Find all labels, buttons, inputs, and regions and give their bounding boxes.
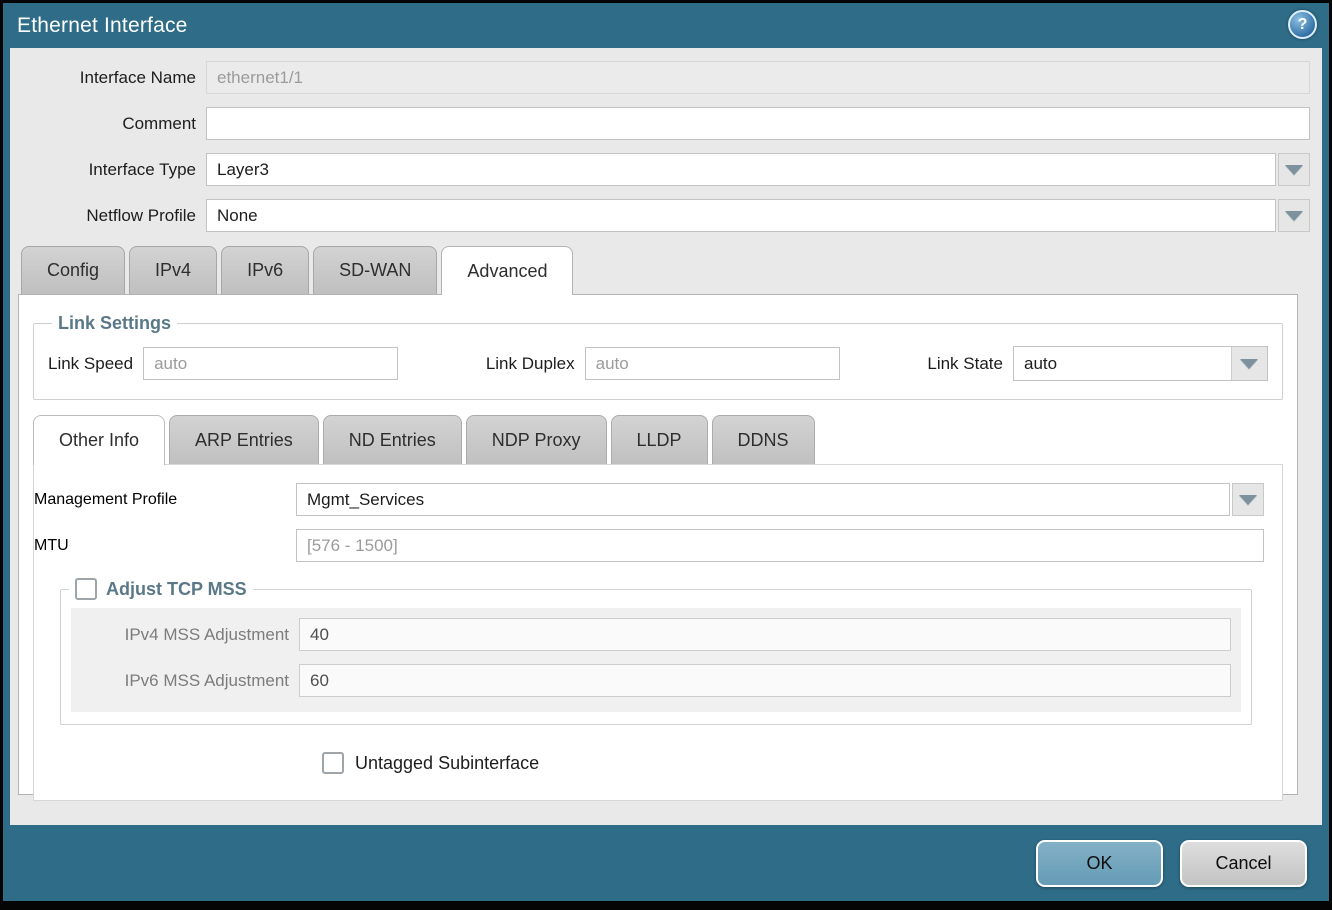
- link-state-dropdown[interactable]: auto: [1013, 346, 1268, 381]
- comment-row: Comment: [10, 107, 1310, 140]
- untagged-subinterface-label: Untagged Subinterface: [355, 753, 539, 774]
- sub-tabbar: Other Info ARP Entries ND Entries NDP Pr…: [33, 414, 1283, 464]
- interface-type-dropdown-button[interactable]: [1278, 153, 1310, 186]
- other-info-panel: Management Profile Mgmt_Services MTU: [33, 464, 1283, 801]
- link-state-group: Link State auto: [927, 346, 1268, 381]
- link-duplex-group: Link Duplex: [486, 347, 840, 380]
- ipv4-mss-field: [299, 618, 1231, 651]
- link-speed-label: Link Speed: [48, 354, 143, 374]
- link-duplex-label: Link Duplex: [486, 354, 585, 374]
- mtu-label: MTU: [34, 537, 296, 555]
- untagged-subinterface-checkbox[interactable]: [322, 752, 344, 774]
- interface-type-value[interactable]: Layer3: [206, 153, 1276, 186]
- chevron-down-icon: [1285, 211, 1303, 221]
- netflow-profile-value[interactable]: None: [206, 199, 1276, 232]
- subtab-ddns[interactable]: DDNS: [712, 415, 815, 464]
- ipv4-mss-row: IPv4 MSS Adjustment: [71, 618, 1241, 651]
- chevron-down-icon: [1240, 359, 1258, 369]
- dialog-footer: OK Cancel: [3, 825, 1329, 901]
- management-profile-dropdown-button[interactable]: [1232, 483, 1264, 516]
- ipv6-mss-field: [299, 664, 1231, 697]
- management-profile-label: Management Profile: [34, 491, 296, 509]
- netflow-profile-dropdown-button[interactable]: [1278, 199, 1310, 232]
- dialog-body: Interface Name Comment Interface Type La…: [10, 48, 1322, 825]
- link-state-label: Link State: [927, 354, 1013, 374]
- interface-type-row: Interface Type Layer3: [10, 153, 1310, 186]
- advanced-tab-panel: Link Settings Link Speed Link Duplex Lin…: [18, 294, 1298, 795]
- adjust-tcp-mss-checkbox[interactable]: [75, 578, 97, 600]
- ipv6-mss-row: IPv6 MSS Adjustment: [71, 664, 1241, 697]
- interface-type-dropdown[interactable]: Layer3: [206, 153, 1310, 186]
- link-state-dropdown-button[interactable]: [1231, 347, 1267, 380]
- cancel-button[interactable]: Cancel: [1180, 840, 1307, 887]
- adjust-tcp-mss-label: Adjust TCP MSS: [106, 579, 247, 600]
- comment-field[interactable]: [206, 107, 1310, 140]
- adjust-tcp-mss-legend: Adjust TCP MSS: [69, 578, 253, 600]
- adjust-tcp-mss-fieldset: Adjust TCP MSS IPv4 MSS Adjustment IPv6 …: [60, 578, 1252, 725]
- subtab-lldp[interactable]: LLDP: [611, 415, 708, 464]
- link-settings-legend: Link Settings: [52, 313, 177, 334]
- mss-fields-container: IPv4 MSS Adjustment IPv6 MSS Adjustment: [71, 608, 1241, 712]
- ok-button[interactable]: OK: [1036, 840, 1163, 887]
- netflow-profile-label: Netflow Profile: [10, 206, 206, 226]
- help-icon-glyph: ?: [1298, 16, 1308, 34]
- tab-ipv6[interactable]: IPv6: [221, 246, 309, 294]
- netflow-profile-row: Netflow Profile None: [10, 199, 1310, 232]
- subtab-other-info[interactable]: Other Info: [33, 415, 165, 465]
- netflow-profile-dropdown[interactable]: None: [206, 199, 1310, 232]
- management-profile-dropdown[interactable]: Mgmt_Services: [296, 483, 1264, 516]
- dialog-title: Ethernet Interface: [17, 14, 188, 38]
- tab-sd-wan[interactable]: SD-WAN: [313, 246, 437, 294]
- link-state-value[interactable]: auto: [1014, 347, 1231, 380]
- chevron-down-icon: [1285, 165, 1303, 175]
- interface-name-label: Interface Name: [10, 68, 206, 88]
- mtu-row: MTU: [34, 529, 1264, 562]
- link-speed-field[interactable]: [143, 347, 398, 380]
- comment-label: Comment: [10, 114, 206, 134]
- ipv6-mss-label: IPv6 MSS Adjustment: [71, 671, 299, 691]
- help-icon[interactable]: ?: [1288, 10, 1317, 39]
- titlebar: Ethernet Interface: [3, 3, 1329, 48]
- management-profile-row: Management Profile Mgmt_Services: [34, 483, 1264, 516]
- mtu-field[interactable]: [296, 529, 1264, 562]
- link-settings-fieldset: Link Settings Link Speed Link Duplex Lin…: [33, 313, 1283, 400]
- subtab-arp-entries[interactable]: ARP Entries: [169, 415, 319, 464]
- ipv4-mss-label: IPv4 MSS Adjustment: [71, 625, 299, 645]
- management-profile-value[interactable]: Mgmt_Services: [296, 483, 1230, 516]
- link-settings-row: Link Speed Link Duplex Link State auto: [48, 346, 1268, 381]
- interface-name-field: [206, 61, 1310, 94]
- tab-ipv4[interactable]: IPv4: [129, 246, 217, 294]
- chevron-down-icon: [1239, 495, 1257, 505]
- main-tabbar: Config IPv4 IPv6 SD-WAN Advanced: [10, 245, 1310, 294]
- link-speed-group: Link Speed: [48, 347, 398, 380]
- subtab-nd-entries[interactable]: ND Entries: [323, 415, 462, 464]
- link-duplex-field[interactable]: [585, 347, 840, 380]
- subtab-ndp-proxy[interactable]: NDP Proxy: [466, 415, 607, 464]
- interface-name-row: Interface Name: [10, 61, 1310, 94]
- interface-type-label: Interface Type: [10, 160, 206, 180]
- tab-advanced[interactable]: Advanced: [441, 246, 573, 295]
- untagged-subinterface-row: Untagged Subinterface: [322, 752, 1264, 774]
- ethernet-interface-dialog: Ethernet Interface ? Interface Name Comm…: [0, 0, 1332, 910]
- tab-config[interactable]: Config: [21, 246, 125, 294]
